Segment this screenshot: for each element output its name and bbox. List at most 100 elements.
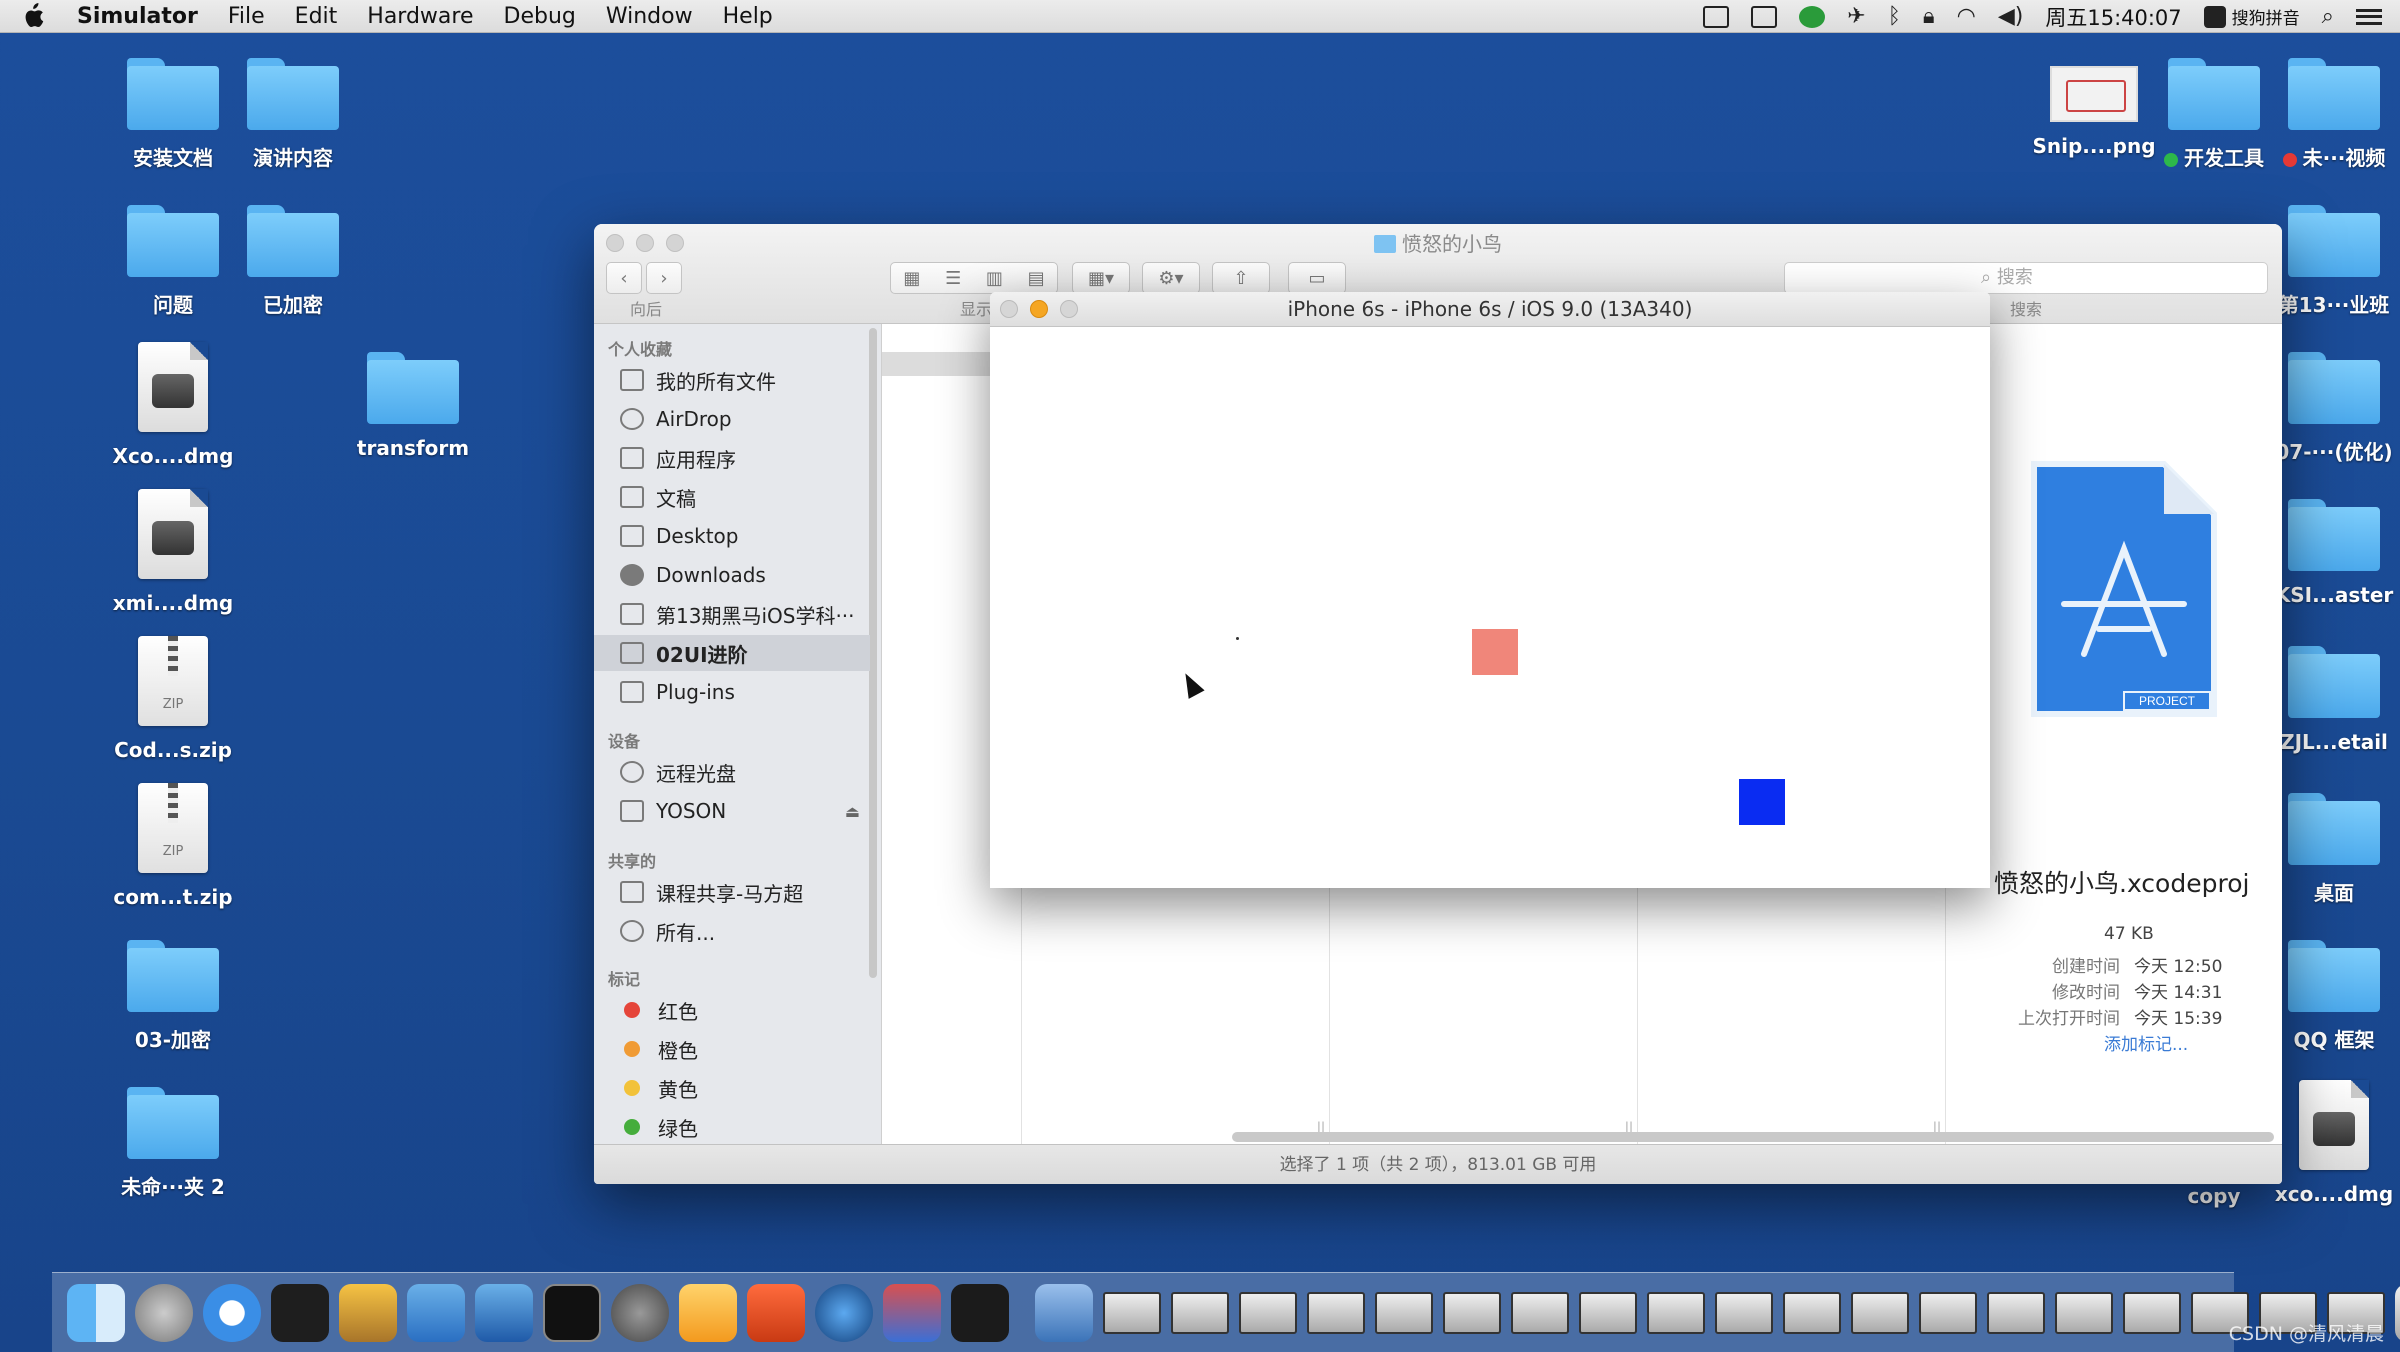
- mouse-app-dock-icon[interactable]: [271, 1283, 329, 1342]
- apple-menu-icon[interactable]: [22, 0, 62, 33]
- sidebar-item-all-my-files[interactable]: 我的所有文件: [594, 362, 870, 398]
- add-tags-link[interactable]: 添加标记...: [2104, 1030, 2188, 1055]
- sidebar-item-documents[interactable]: 文稿: [594, 479, 870, 515]
- teamviewer-dock-icon[interactable]: [883, 1283, 941, 1342]
- minimized-window-thumbnail[interactable]: [1171, 1291, 1229, 1334]
- view-mode-segmented[interactable]: ▦ ☰ ▥ ▤: [890, 262, 1058, 294]
- minimized-window-thumbnail[interactable]: [1851, 1291, 1909, 1334]
- list-view-icon[interactable]: ☰: [945, 268, 961, 289]
- desktop-icon[interactable]: 07-···(优化): [2264, 338, 2400, 465]
- menu-debug[interactable]: Debug: [489, 0, 591, 33]
- minimized-window-thumbnail[interactable]: [1511, 1291, 1569, 1334]
- menu-window[interactable]: Window: [591, 0, 708, 33]
- sidebar-item-course-folder[interactable]: 第13期黑马iOS学科···: [594, 596, 870, 632]
- desktop-icon[interactable]: 桌面: [2264, 779, 2400, 906]
- minimized-window-thumbnail[interactable]: [2123, 1291, 2181, 1334]
- menu-app-name[interactable]: Simulator: [62, 0, 213, 33]
- sidebar-item-tag-green[interactable]: 绿色: [594, 1109, 870, 1145]
- sidebar-item-downloads[interactable]: Downloads: [594, 557, 870, 593]
- menubar-clock[interactable]: 周五15:40:07: [2045, 2, 2181, 32]
- desktop-icon[interactable]: Cod...s.zip: [103, 636, 243, 762]
- edit-tags-button[interactable]: ▭: [1288, 262, 1346, 294]
- sidebar-item-remote-disc[interactable]: 远程光盘: [594, 754, 870, 790]
- sketch-dock-icon[interactable]: [679, 1283, 737, 1342]
- screen-mirror-icon[interactable]: [1703, 5, 1730, 28]
- safari-dock-icon[interactable]: [203, 1283, 261, 1342]
- launchpad-dock-icon[interactable]: [135, 1283, 193, 1342]
- minimized-window-thumbnail[interactable]: [1239, 1291, 1297, 1334]
- eject-icon[interactable]: ⏏: [845, 802, 860, 821]
- sidebar-item-tag-yellow[interactable]: 黄色: [594, 1070, 870, 1106]
- desktop-icon[interactable]: Snip....png: [2024, 44, 2164, 158]
- app-status-icon[interactable]: [1799, 5, 1826, 28]
- desktop-icon[interactable]: com...t.zip: [103, 783, 243, 909]
- desktop-icon[interactable]: transform: [343, 338, 483, 460]
- device-screen[interactable]: [990, 327, 1990, 888]
- xcode-dock-icon[interactable]: [407, 1283, 465, 1342]
- desktop-icon[interactable]: xco....dmg: [2264, 1080, 2400, 1206]
- wifi-icon[interactable]: ◠: [1957, 5, 1976, 28]
- column-view-icon[interactable]: ▥: [986, 268, 1003, 289]
- video-record-icon[interactable]: [1751, 5, 1778, 28]
- icon-view-icon[interactable]: ▦: [903, 268, 920, 289]
- search-field[interactable]: ⌕ 搜索: [1784, 262, 2268, 294]
- preview-dock-icon[interactable]: [1035, 1283, 1093, 1342]
- desktop-icon[interactable]: Xco....dmg: [103, 342, 243, 468]
- sidebar-item-all-shared[interactable]: 所有...: [594, 913, 870, 949]
- desktop-icon[interactable]: 03-加密: [103, 926, 243, 1053]
- desktop-icon[interactable]: 未···视频: [2264, 44, 2400, 171]
- minimized-window-thumbnail[interactable]: [1715, 1291, 1773, 1334]
- system-preferences-dock-icon[interactable]: [611, 1283, 669, 1342]
- desktop-icon[interactable]: 开发工具: [2144, 44, 2284, 171]
- cover-flow-icon[interactable]: ▤: [1028, 268, 1045, 289]
- minimized-window-thumbnail[interactable]: [1647, 1291, 1705, 1334]
- desktop-icon[interactable]: 未命···夹 2: [103, 1073, 243, 1200]
- minimized-window-thumbnail[interactable]: [1919, 1291, 1977, 1334]
- menu-hardware[interactable]: Hardware: [352, 0, 488, 33]
- minimized-window-thumbnail[interactable]: [1443, 1291, 1501, 1334]
- notification-center-icon[interactable]: [2356, 8, 2382, 25]
- sidebar-item-tag-orange[interactable]: 橙色: [594, 1031, 870, 1067]
- desktop-icon[interactable]: xmi....dmg: [103, 489, 243, 615]
- sidebar-scrollbar[interactable]: [869, 328, 877, 978]
- menu-edit[interactable]: Edit: [280, 0, 353, 33]
- minimized-window-thumbnail[interactable]: [2055, 1291, 2113, 1334]
- minimized-window-thumbnail[interactable]: [1103, 1291, 1161, 1334]
- volume-icon[interactable]: ◀): [1998, 5, 2024, 28]
- action-menu-button[interactable]: ⚙▾: [1142, 262, 1200, 294]
- lock-icon[interactable]: 🔒︎: [1923, 5, 1935, 28]
- forward-button[interactable]: ›: [646, 262, 682, 294]
- blue-square[interactable]: [1739, 779, 1785, 825]
- minimized-window-thumbnail[interactable]: [1783, 1291, 1841, 1334]
- terminal-dock-icon[interactable]: [543, 1283, 601, 1342]
- desktop-icon[interactable]: ZJL...etail: [2264, 632, 2400, 754]
- desktop-icon[interactable]: 问题: [103, 191, 243, 318]
- desktop-icon[interactable]: KSI...aster: [2264, 485, 2400, 607]
- horizontal-scrollbar[interactable]: [1232, 1132, 2274, 1142]
- console-dock-icon[interactable]: [951, 1283, 1009, 1342]
- share-button[interactable]: ⇧: [1212, 262, 1270, 294]
- finder-dock-icon[interactable]: [67, 1283, 125, 1342]
- back-button[interactable]: ‹: [606, 262, 642, 294]
- sidebar-item-02ui[interactable]: 02UI进阶: [594, 635, 870, 671]
- keynote-dock-icon[interactable]: [339, 1283, 397, 1342]
- minimized-window-thumbnail[interactable]: [1375, 1291, 1433, 1334]
- sidebar-item-desktop[interactable]: Desktop: [594, 518, 870, 554]
- desktop-icon[interactable]: QQ 框架: [2264, 926, 2400, 1053]
- sidebar-item-applications[interactable]: 应用程序: [594, 440, 870, 476]
- menu-help[interactable]: Help: [708, 0, 788, 33]
- desktop-icon[interactable]: 演讲内容: [223, 44, 363, 171]
- bluetooth-icon[interactable]: ᛒ: [1888, 5, 1901, 28]
- sidebar-item-tag-red[interactable]: 红色: [594, 992, 870, 1028]
- minimized-window-thumbnail[interactable]: [1307, 1291, 1365, 1334]
- menu-file[interactable]: File: [213, 0, 280, 33]
- spotlight-search-icon[interactable]: ⌕: [2322, 5, 2334, 28]
- sidebar-item-yoson[interactable]: YOSON ⏏: [594, 793, 870, 829]
- sidebar-item-shared-computer[interactable]: 课程共享-马方超: [594, 874, 870, 910]
- instruments-dock-icon[interactable]: [475, 1283, 533, 1342]
- input-method-menu[interactable]: 搜狗拼音: [2203, 4, 2300, 29]
- arrange-menu-button[interactable]: ▦▾: [1072, 262, 1130, 294]
- sidebar-item-plug-ins[interactable]: Plug-ins: [594, 674, 870, 710]
- trash-dock-icon[interactable]: [2395, 1283, 2400, 1342]
- salmon-square[interactable]: [1472, 629, 1518, 675]
